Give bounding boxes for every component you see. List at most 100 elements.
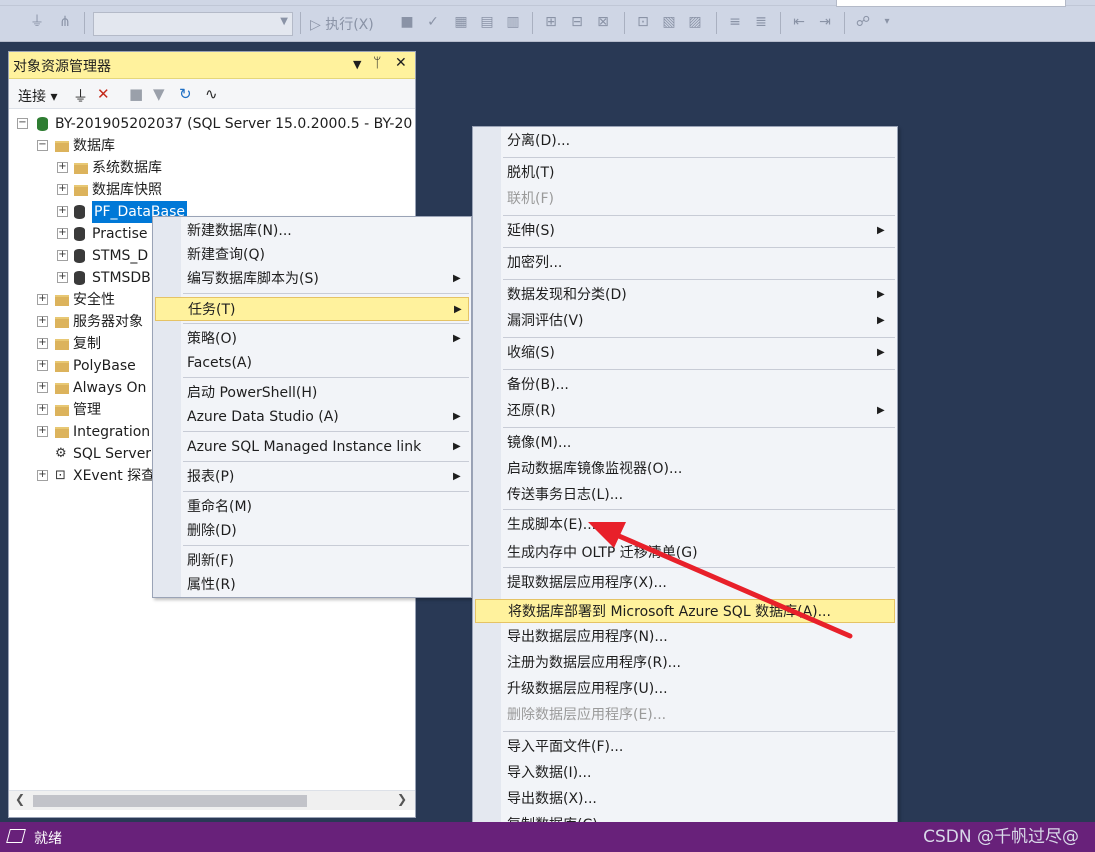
tasks-menu-item[interactable]: 延伸(S) ▶ (475, 219, 895, 243)
collapse-icon[interactable]: − (37, 140, 48, 151)
results-text-icon[interactable]: ▤ (478, 13, 496, 31)
expand-icon[interactable]: + (37, 360, 48, 371)
connect-plug-icon[interactable]: ⏚ (28, 13, 46, 31)
disconnect-icon[interactable]: ✕ (97, 85, 110, 103)
include-plan-icon[interactable]: ⊠ (594, 13, 612, 31)
stop-icon[interactable]: ■ (129, 85, 143, 103)
toolbar-separator (532, 12, 533, 34)
expand-icon[interactable]: + (37, 316, 48, 327)
collapse-icon[interactable]: − (17, 118, 28, 129)
tasks-menu-item[interactable]: 导入平面文件(F)... (475, 735, 895, 759)
agent-icon: ⚙ (55, 446, 67, 461)
expand-icon[interactable]: + (57, 272, 68, 283)
expand-icon[interactable]: + (37, 404, 48, 415)
expand-icon[interactable]: + (57, 228, 68, 239)
tasks-menu-item[interactable]: 加密列... (475, 251, 895, 275)
tasks-menu-item[interactable]: 漏洞评估(V) ▶ (475, 309, 895, 333)
indent-icon[interactable]: ⇥ (816, 13, 834, 31)
pin-icon[interactable]: ᛘ (373, 55, 381, 71)
context-menu-item[interactable]: Azure Data Studio (A) ▶ (155, 405, 469, 429)
context-menu-item-label: 编写数据库脚本为(S) (187, 271, 319, 287)
context-menu-item[interactable]: 新建数据库(N)... (155, 219, 469, 243)
tasks-menu-item[interactable]: 注册为数据层应用程序(R)... (475, 651, 895, 675)
tasks-menu-item[interactable]: 数据发现和分类(D) ▶ (475, 283, 895, 307)
expand-icon[interactable]: + (57, 206, 68, 217)
expand-icon[interactable]: + (57, 184, 68, 195)
context-menu-item[interactable]: 任务(T) ▶ (155, 297, 469, 321)
expand-icon[interactable]: + (37, 426, 48, 437)
tasks-menu-item[interactable]: 启动数据库镜像监视器(O)... (475, 457, 895, 481)
tasks-menu-item[interactable]: 提取数据层应用程序(X)... (475, 571, 895, 595)
outdent-icon[interactable]: ⇤ (790, 13, 808, 31)
show-plan-icon[interactable]: ⊡ (634, 13, 652, 31)
search-input[interactable] (836, 0, 1066, 7)
refresh-icon[interactable]: ↻ (179, 85, 192, 103)
uncomment-icon[interactable]: ≣ (752, 13, 770, 31)
expand-icon[interactable]: + (57, 162, 68, 173)
tree-node[interactable]: + 数据库快照 (9, 179, 415, 201)
expand-icon[interactable]: + (37, 294, 48, 305)
tasks-menu-item[interactable]: 收缩(S) ▶ (475, 341, 895, 365)
query-options-icon[interactable]: ⊞ (542, 13, 560, 31)
tasks-menu-item[interactable]: 升级数据层应用程序(U)... (475, 677, 895, 701)
results-icon[interactable]: ▨ (686, 13, 704, 31)
toolbar-overflow-icon[interactable]: ▾ (878, 13, 896, 31)
object-explorer-title: 对象资源管理器 (13, 59, 111, 75)
tasks-menu-item[interactable]: 脱机(T) (475, 161, 895, 185)
intellisense-icon[interactable]: ⊟ (568, 13, 586, 31)
expand-icon[interactable]: + (37, 470, 48, 481)
context-menu-item[interactable]: Azure SQL Managed Instance link ▶ (155, 435, 469, 459)
activity-monitor-icon[interactable]: ∿ (205, 85, 218, 103)
context-menu-item[interactable]: 策略(O) ▶ (155, 327, 469, 351)
tasks-menu-item-label: 还原(R) (507, 403, 556, 419)
results-file-icon[interactable]: ▥ (504, 13, 522, 31)
tasks-menu-item[interactable]: 生成脚本(E)... (475, 513, 895, 537)
connect-button[interactable]: 连接 ▾ (18, 86, 57, 106)
expand-icon[interactable]: + (37, 382, 48, 393)
horizontal-scrollbar[interactable]: ❮ ❯ (9, 790, 415, 810)
tasks-menu-item[interactable]: 镜像(M)... (475, 431, 895, 455)
tasks-menu-item[interactable]: 分离(D)... (475, 129, 895, 153)
context-menu-item[interactable]: 属性(R) (155, 573, 469, 597)
scroll-right-icon[interactable]: ❯ (397, 792, 407, 806)
scrollbar-thumb[interactable] (33, 795, 307, 807)
tasks-menu-item[interactable]: 传送事务日志(L)... (475, 483, 895, 507)
context-menu-item[interactable]: 报表(P) ▶ (155, 465, 469, 489)
tasks-menu-item[interactable]: 导出数据(X)... (475, 787, 895, 811)
expand-icon[interactable]: + (37, 338, 48, 349)
specify-values-icon[interactable]: ☍ (854, 13, 872, 31)
context-menu-item[interactable]: Facets(A) (155, 351, 469, 375)
tasks-menu-item[interactable]: 将数据库部署到 Microsoft Azure SQL 数据库(A)... (475, 599, 895, 623)
filter-icon[interactable]: ▼ (153, 85, 165, 103)
parse-check-icon[interactable]: ✓ (424, 13, 442, 31)
submenu-arrow-icon: ▶ (877, 347, 885, 358)
client-stats-icon[interactable]: ▧ (660, 13, 678, 31)
execute-button[interactable]: ▷ 执行(X) (310, 14, 374, 34)
results-grid-icon[interactable]: ▦ (452, 13, 470, 31)
comment-icon[interactable]: ≡ (726, 13, 744, 31)
tree-node[interactable]: − 数据库 (9, 135, 415, 157)
tasks-menu-item[interactable]: 导入数据(I)... (475, 761, 895, 785)
tree-node[interactable]: + 系统数据库 (9, 157, 415, 179)
expand-icon[interactable]: + (57, 250, 68, 261)
scroll-left-icon[interactable]: ❮ (15, 792, 25, 806)
context-menu-item[interactable]: 删除(D) (155, 519, 469, 543)
stop-icon[interactable]: ■ (398, 13, 416, 31)
context-menu-item[interactable]: 编写数据库脚本为(S) ▶ (155, 267, 469, 291)
tasks-menu-item[interactable]: 生成内存中 OLTP 迁移清单(G) (475, 541, 895, 565)
server-icon (37, 117, 48, 131)
tree-node[interactable]: − BY-201905202037 (SQL Server 15.0.2000.5… (9, 113, 415, 135)
tasks-menu-item[interactable]: 备份(B)... (475, 373, 895, 397)
context-menu-item[interactable]: 刷新(F) (155, 549, 469, 573)
context-menu-item[interactable]: 启动 PowerShell(H) (155, 381, 469, 405)
submenu-arrow-icon: ▶ (453, 411, 461, 422)
context-menu-item[interactable]: 重命名(M) (155, 495, 469, 519)
context-menu-item[interactable]: 新建查询(Q) (155, 243, 469, 267)
tasks-menu-item[interactable]: 还原(R) ▶ (475, 399, 895, 423)
close-icon[interactable]: ✕ (395, 55, 407, 71)
tasks-menu-item[interactable]: 导出数据层应用程序(N)... (475, 625, 895, 649)
connect-plug-icon[interactable]: ⏚ (73, 85, 88, 106)
window-position-icon[interactable]: ▼ (353, 58, 361, 71)
database-selector[interactable]: ▼ (93, 12, 293, 36)
disconnect-icon[interactable]: ⋔ (56, 13, 74, 31)
